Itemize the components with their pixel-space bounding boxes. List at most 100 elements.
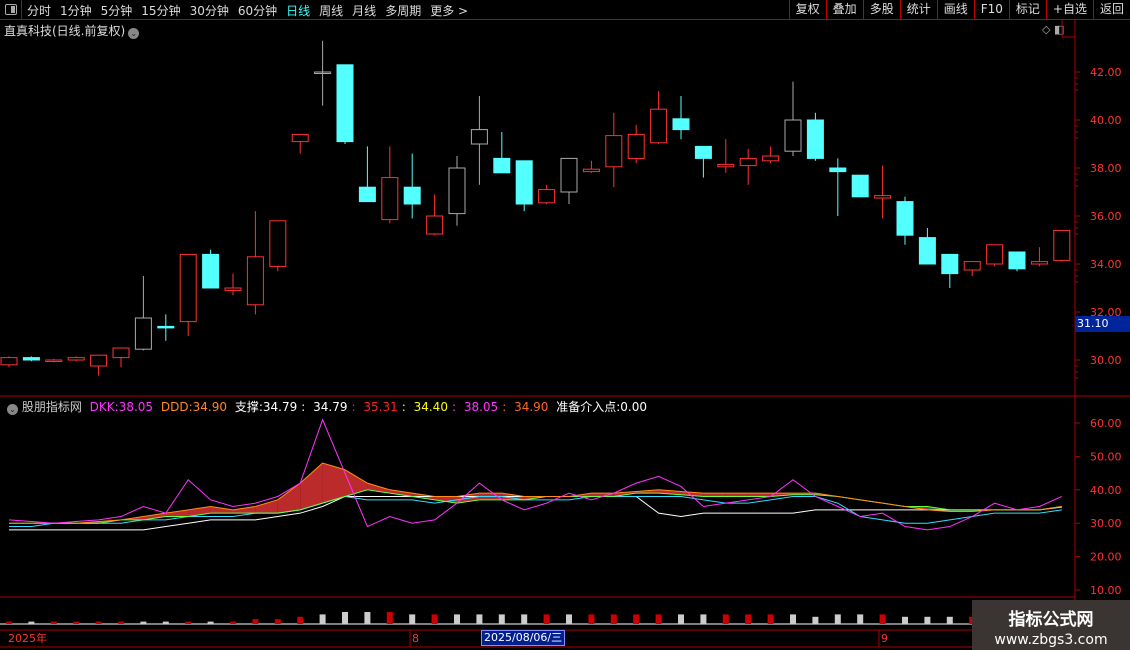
candle [291,133,309,143]
volume-bar [118,621,124,624]
indicator-tick-label: 60.00 [1090,417,1122,430]
support-value: 34.40 [413,400,448,414]
support-value: 34.90 [514,400,549,414]
indicator-tick-label: 30.00 [1090,517,1122,530]
volume-bar [454,614,460,624]
candle [784,119,802,152]
volume-bar [230,621,236,624]
volume-bar [767,614,774,624]
ddd-value: 34.90 [192,400,228,414]
current-price-label: 31.10 [1075,316,1130,332]
volume-bar [364,612,371,624]
candle [829,167,847,173]
volume-bar [902,616,908,624]
volume-bar [610,614,617,624]
candle [269,220,287,267]
price-tick-label: 42.00 [1090,66,1122,79]
candle [358,186,376,203]
volume-bar [342,612,348,624]
volume-bar [6,621,12,624]
candle [470,129,488,145]
candle [0,357,18,366]
watermark-name: 指标公式网 [1008,610,1094,630]
candle [90,354,108,367]
price-tick-label: 40.00 [1090,114,1122,127]
indicator-fill [277,483,301,514]
candle [762,155,780,162]
volume-bar [879,614,886,624]
candle [403,186,421,205]
candle [806,119,824,159]
volume-bar [297,616,304,624]
indicator-fill [725,493,749,497]
volume-bar [924,616,931,624]
volume-bar [207,621,214,624]
candle [426,215,444,235]
volume-bar [28,621,35,624]
indicator-fill [703,493,726,497]
volume-bar [588,614,595,624]
candle [112,347,130,359]
candle [22,357,40,361]
volume-bar [790,614,796,624]
support-value: 35.31 [363,400,398,414]
indicator-fill [300,463,323,510]
volume-bar [834,614,841,624]
price-tick-label: 30.00 [1090,354,1122,367]
chevron-down-icon[interactable]: ⌄ [7,404,18,415]
volume-bar [95,621,102,624]
entry-label: 准备介入点: [556,400,621,414]
indicator-fill [345,469,368,497]
volume-bar [722,614,729,624]
candle [627,133,645,159]
volume-bar [543,614,550,624]
candle [694,145,712,159]
indicator-fill [748,493,771,497]
volume-bar [857,614,864,624]
candle [1053,229,1071,261]
candle [381,177,399,221]
volume-bar [140,621,147,624]
candle [134,317,152,350]
candle [493,157,511,174]
indicator-name[interactable]: 股朋指标网 [22,400,82,414]
volume-bar [678,614,684,624]
candle [67,357,85,361]
price-tick-label: 34.00 [1090,258,1122,271]
volume-bar [633,614,640,624]
volume-bar [319,614,326,624]
candle [874,195,892,199]
candle [650,108,668,144]
candle [672,118,690,131]
candle [941,253,959,275]
candle [448,167,466,215]
volume-bar [252,619,259,624]
candle [538,189,556,204]
ddd-label: DDD: [160,400,193,414]
candle [202,253,220,289]
candle [918,237,936,265]
candle [224,287,242,291]
candle [717,163,735,168]
indicator-tick-label: 50.00 [1090,450,1122,463]
candle [560,157,578,193]
candle [851,174,869,198]
entry-value: 0.00 [620,400,648,414]
candle [963,261,981,271]
volume-bar [431,614,438,624]
volume-bar [73,621,80,624]
dkk-value: 38.05 [118,400,154,414]
indicator-tick-label: 10.00 [1090,584,1122,597]
kline-chart[interactable]: 42.0040.0038.0036.0034.0032.0030.0060.00… [0,0,1130,650]
candle [896,201,914,236]
volume-bar [521,614,528,624]
support-label: 支撑: [234,400,263,414]
candle [45,359,63,362]
support-value: 38.05 [463,400,499,414]
volume-bar [700,614,707,624]
price-tick-label: 38.00 [1090,162,1122,175]
candle [157,325,175,329]
volume-bar [946,616,953,624]
volume-bar [274,619,281,624]
candle [739,157,757,167]
